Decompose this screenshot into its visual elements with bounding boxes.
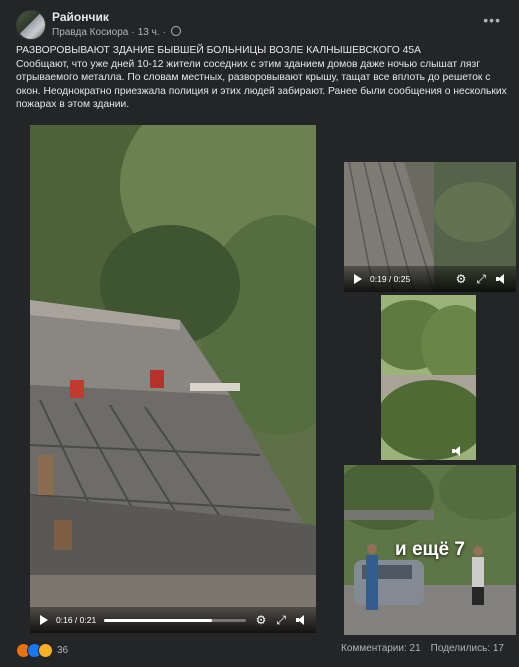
volume-icon[interactable] [496, 274, 508, 284]
video-time: 0:16 / 0:21 [56, 615, 97, 625]
video-frame-rooftop [30, 125, 316, 633]
play-icon[interactable] [40, 615, 48, 625]
main-video[interactable]: 0:16 / 0:21 ⚙ ⤢ [30, 125, 316, 633]
photo-trees [381, 295, 476, 460]
video-time: 0:19 / 0:25 [370, 274, 411, 284]
post-title: РАЗВОРОВЫВАЮТ ЗДАНИЕ БЫВШЕЙ БОЛЬНИЦЫ ВОЗ… [16, 45, 421, 56]
more-photos-overlay[interactable]: и ещё 7 [344, 465, 516, 635]
reaction-count: 36 [57, 645, 69, 656]
secondary-video[interactable]: 0:19 / 0:25 ⚙ ⤢ [344, 162, 516, 292]
shares-count[interactable]: Поделились: 17 [431, 643, 504, 654]
post-image-trees[interactable] [381, 295, 476, 460]
volume-icon[interactable] [296, 615, 308, 625]
secondary-video-controls: 0:19 / 0:25 ⚙ ⤢ [344, 266, 516, 292]
video-progress-bar[interactable] [104, 618, 246, 622]
fullscreen-icon[interactable]: ⤢ [276, 614, 286, 626]
page-name[interactable]: Райончик [52, 10, 109, 24]
post-meta: Правда Косиора · 13 ч. · [52, 26, 181, 38]
play-icon[interactable] [354, 274, 362, 284]
source-link[interactable]: Правда Косиора [52, 27, 128, 38]
post-time[interactable]: 13 ч. [138, 27, 160, 38]
main-video-controls: 0:16 / 0:21 ⚙ ⤢ [30, 607, 316, 633]
fullscreen-icon[interactable]: ⤢ [476, 273, 486, 285]
post-footer: 36 Комментарии: 21 Поделились: 17 [16, 643, 504, 659]
video-progress-fill [104, 618, 212, 622]
gear-icon[interactable]: ⚙ [456, 273, 467, 285]
gear-icon[interactable]: ⚙ [256, 614, 267, 626]
more-options-button[interactable]: ••• [483, 12, 501, 28]
post-text: РАЗВОРОВЫВАЮТ ЗДАНИЕ БЫВШЕЙ БОЛЬНИЦЫ ВОЗ… [16, 44, 508, 112]
comments-count[interactable]: Комментарии: 21 [341, 643, 421, 654]
post-stats: Комментарии: 21 Поделились: 17 [341, 643, 504, 654]
page-avatar[interactable] [16, 10, 46, 40]
facebook-post: Райончик Правда Косиора · 13 ч. · ••• РАЗВО… [0, 0, 519, 667]
volume-icon[interactable] [452, 446, 464, 456]
sad-reaction-icon [38, 643, 53, 658]
post-image-street[interactable]: и ещё 7 [344, 465, 516, 635]
globe-icon [170, 26, 181, 36]
reactions-summary[interactable]: 36 [16, 643, 68, 658]
post-body: Сообщают, что уже дней 10-12 жители сосе… [16, 58, 507, 111]
